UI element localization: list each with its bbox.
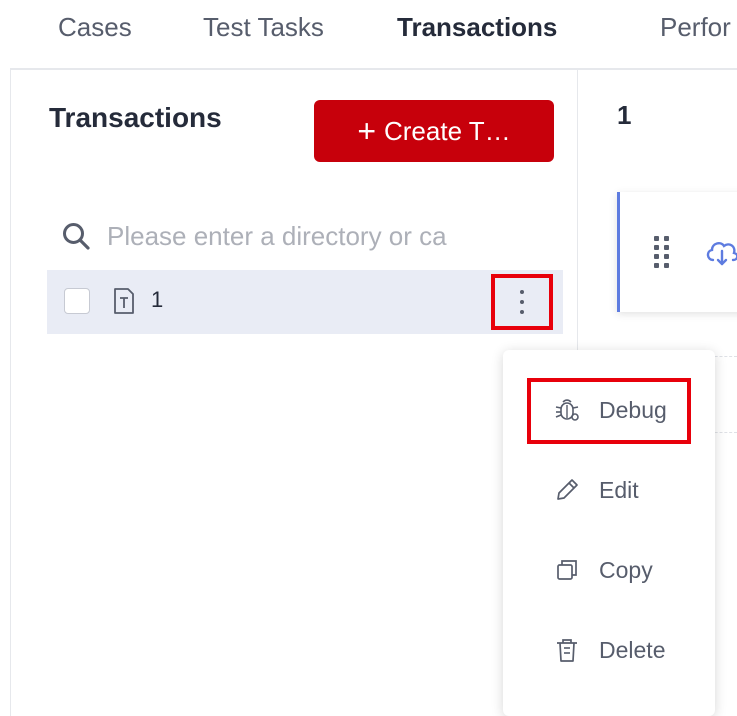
tree-item-checkbox[interactable] [64, 288, 90, 314]
more-actions-menu: Debug Edit Copy Delete [503, 350, 715, 716]
menu-item-edit[interactable]: Edit [503, 460, 715, 520]
tab-test-tasks[interactable]: Test Tasks [203, 12, 324, 43]
panel-title: Transactions [49, 102, 222, 133]
tree-item-1[interactable]: 1 [47, 270, 563, 334]
menu-item-label: Delete [599, 637, 666, 663]
menu-item-label: Edit [599, 477, 639, 503]
transactions-tree-panel: Transactions + Create T… 1 [10, 70, 578, 716]
create-transaction-button[interactable]: + Create T… [314, 100, 554, 162]
top-tab-bar: Cases Test Tasks Transactions Perfor [0, 0, 737, 68]
drag-handle-icon[interactable] [654, 236, 669, 268]
create-button-label: Create T… [384, 115, 511, 146]
menu-item-copy[interactable]: Copy [503, 540, 715, 600]
search-input[interactable] [107, 220, 467, 252]
more-icon-dot [520, 290, 524, 294]
more-icon-dot [520, 310, 524, 314]
transaction-title: 1 [617, 100, 632, 130]
tab-transactions[interactable]: Transactions [397, 12, 557, 43]
tab-performance[interactable]: Perfor [660, 12, 731, 43]
transaction-step-card[interactable] [617, 192, 737, 312]
bug-icon [555, 399, 579, 421]
search-icon [63, 223, 90, 250]
menu-item-debug[interactable]: Debug [503, 380, 715, 440]
more-icon-dot [520, 300, 524, 304]
more-actions-button[interactable] [491, 274, 553, 330]
cloud-download-icon [706, 242, 737, 266]
copy-icon [557, 560, 577, 580]
menu-item-label: Copy [599, 557, 653, 583]
transaction-file-icon [114, 288, 134, 314]
tab-cases[interactable]: Cases [58, 12, 132, 43]
plus-icon: + [357, 113, 376, 149]
tree-item-label: 1 [151, 287, 164, 312]
search-bar [61, 216, 561, 256]
trash-icon [557, 639, 577, 662]
menu-item-delete[interactable]: Delete [503, 620, 715, 680]
pencil-icon [557, 479, 578, 500]
menu-item-label: Debug [599, 397, 667, 423]
